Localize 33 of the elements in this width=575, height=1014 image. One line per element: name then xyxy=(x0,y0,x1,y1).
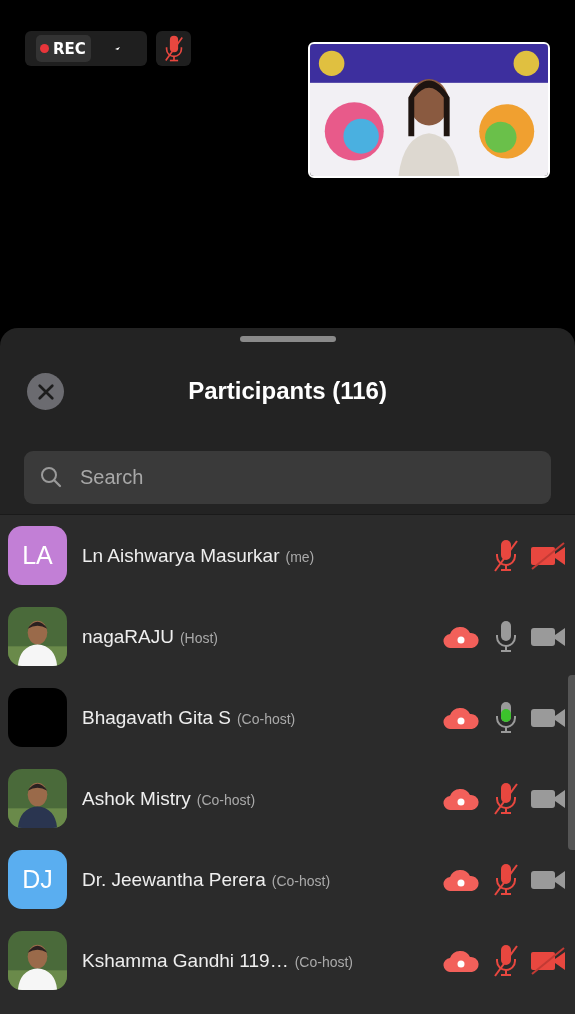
close-button[interactable] xyxy=(27,373,64,410)
avatar: DJ xyxy=(8,850,67,909)
mute-button[interactable] xyxy=(156,31,191,66)
search-icon xyxy=(40,466,62,488)
close-icon xyxy=(36,382,55,401)
recording-pill[interactable]: REC xyxy=(25,31,147,66)
participant-name: nagaRAJU xyxy=(82,625,174,648)
participant-role: (Co-host) xyxy=(236,710,296,727)
participant-role: (Host) xyxy=(179,629,218,646)
participant-role: (Co-host) xyxy=(294,953,353,970)
mic-icon[interactable] xyxy=(494,619,518,654)
participant-role: (Co-host) xyxy=(196,791,256,808)
scrollbar[interactable] xyxy=(568,675,575,850)
panel-title: Participants (116) xyxy=(188,377,387,405)
camera-off-icon[interactable] xyxy=(531,946,567,975)
muted-mic-icon[interactable] xyxy=(494,943,518,978)
participant-name: Dr. Jeewantha Perera xyxy=(82,868,266,891)
camera-off-icon[interactable] xyxy=(531,541,567,570)
participant-name: Ashok Mistry xyxy=(82,787,191,810)
avatar xyxy=(8,688,67,747)
participant-name: Bhagavath Gita S xyxy=(82,706,231,729)
participant-role: (Co-host) xyxy=(271,872,331,889)
participant-role: (me) xyxy=(285,548,315,565)
mic-icon[interactable] xyxy=(494,700,518,735)
muted-mic-icon[interactable] xyxy=(494,781,518,816)
avatar: LA xyxy=(8,526,67,585)
muted-mic-icon[interactable] xyxy=(494,538,518,573)
search-field[interactable]: Search xyxy=(24,451,551,504)
drag-handle[interactable] xyxy=(239,336,336,342)
participant-name: Kshamma Gandhi 119… xyxy=(82,949,289,972)
participant-name: Ln Aishwarya Masurkar xyxy=(82,544,280,567)
recording-label: REC xyxy=(36,35,91,62)
muted-mic-icon[interactable] xyxy=(494,862,518,897)
